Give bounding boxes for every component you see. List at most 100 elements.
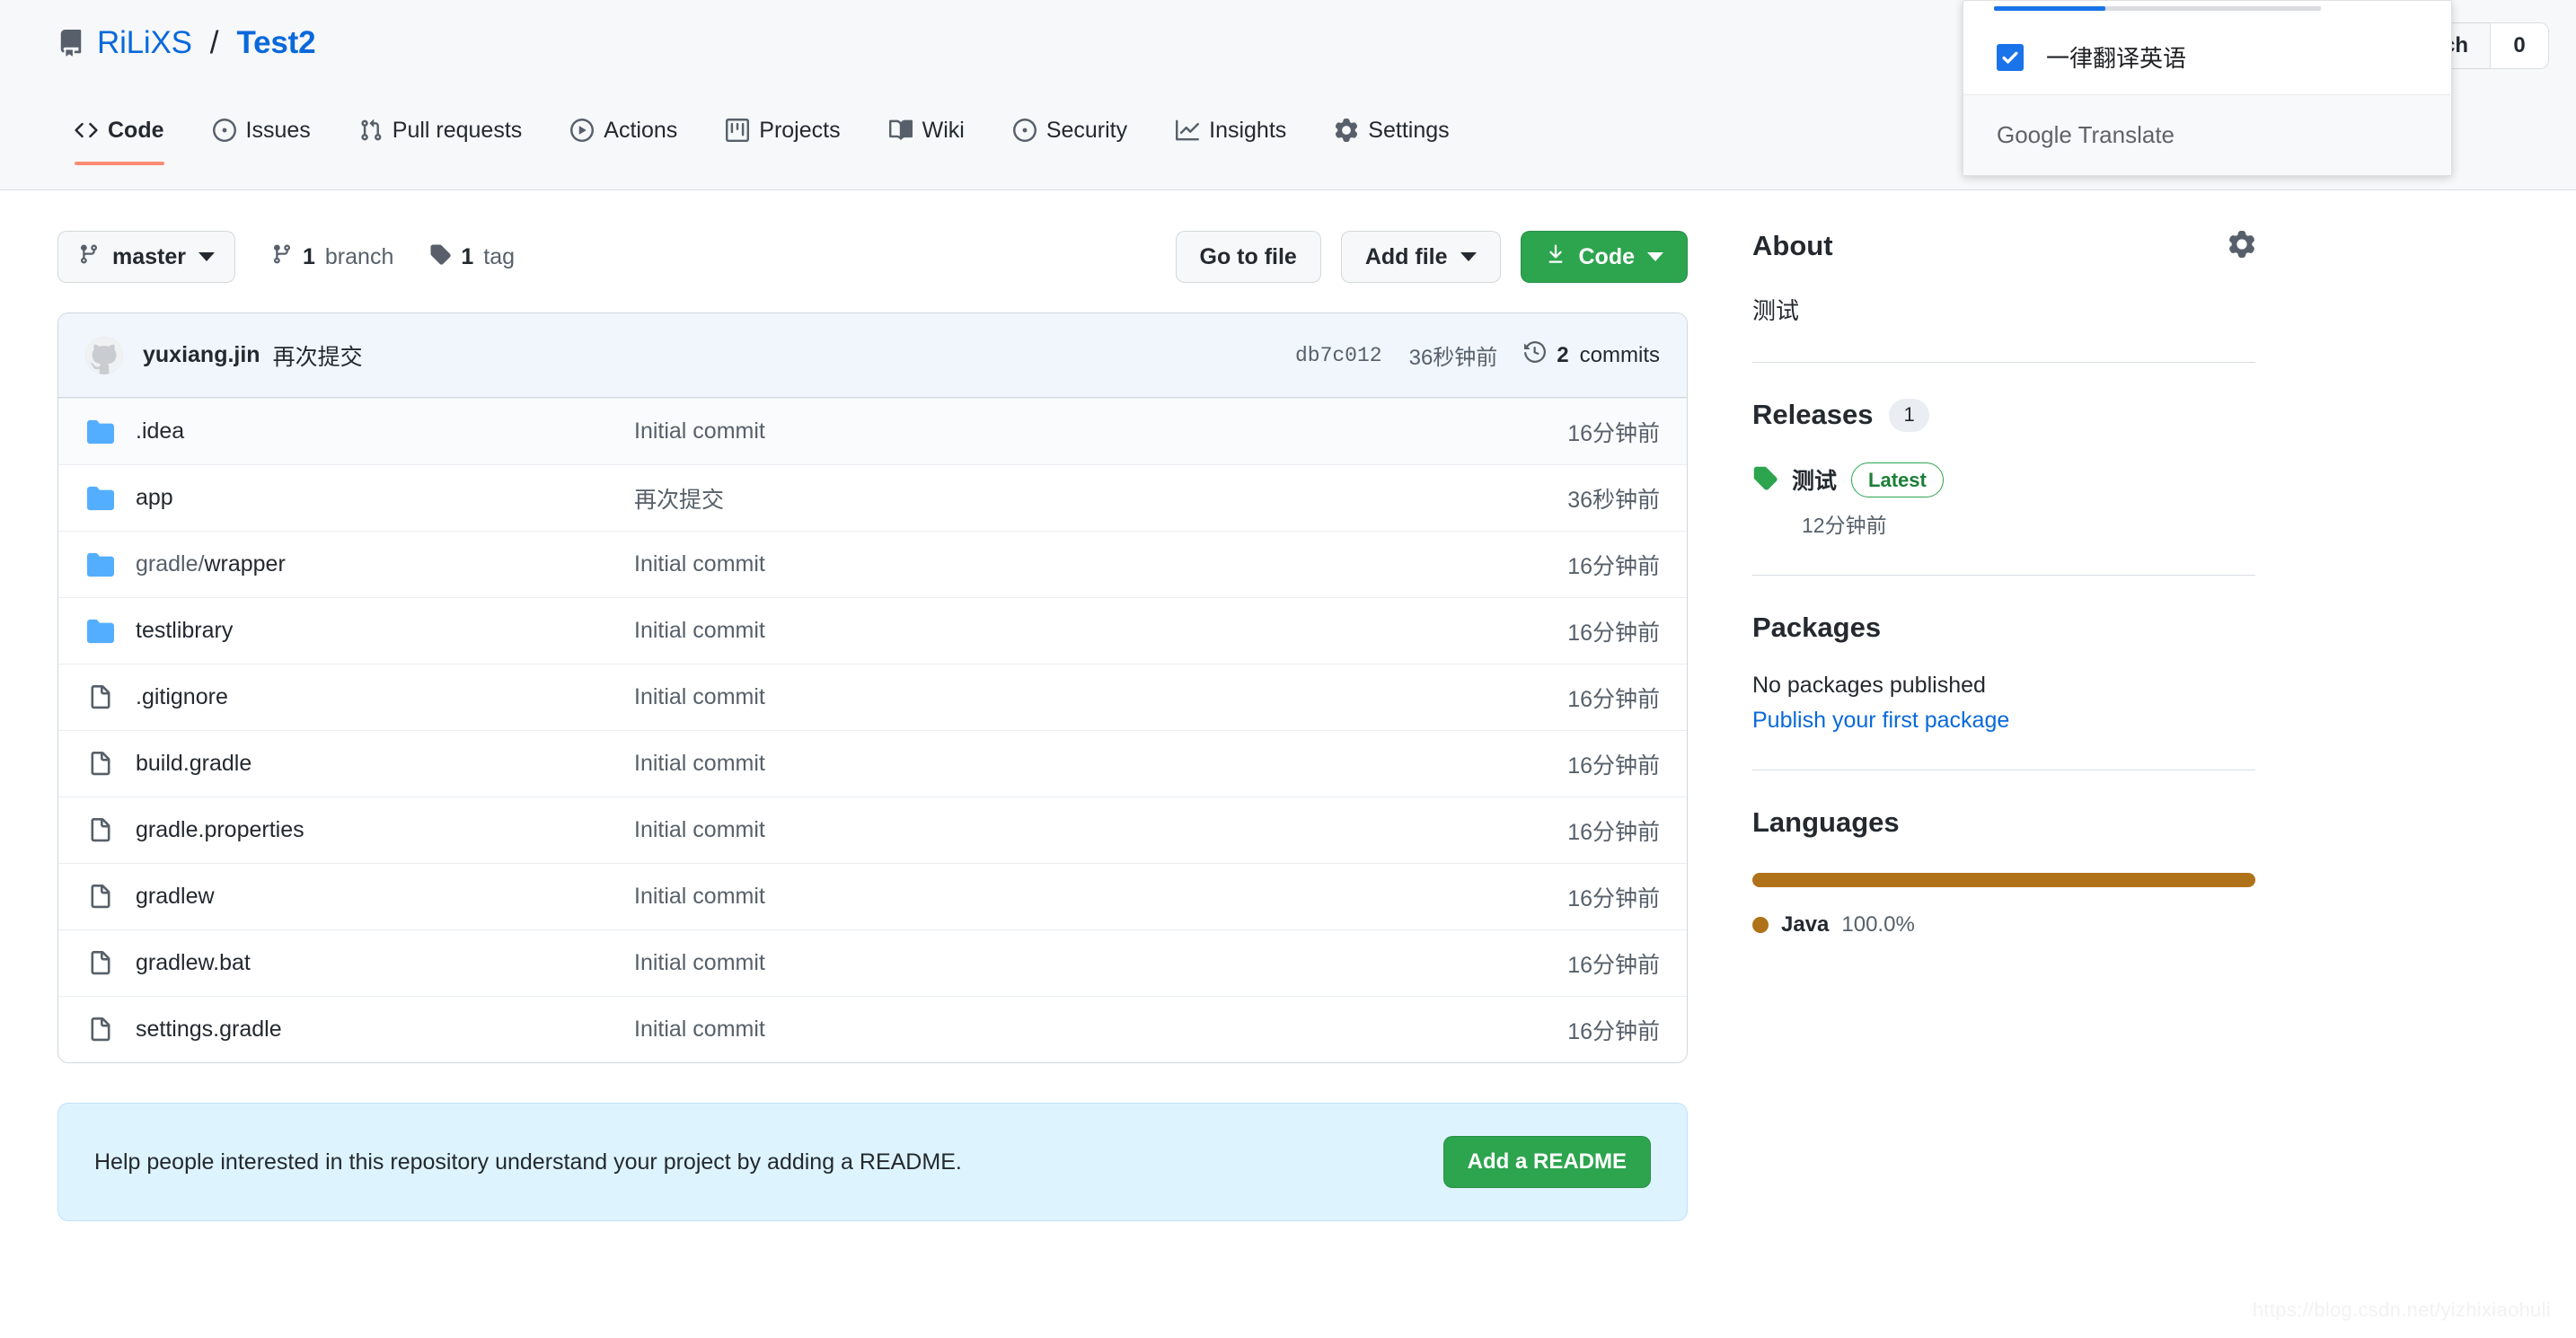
table-row[interactable]: gradlew Initial commit 16分钟前 [58, 863, 1687, 929]
file-name[interactable]: gradlew [136, 884, 634, 910]
shield-icon [1012, 119, 1037, 142]
file-name-prefix: gradle/ [136, 551, 205, 577]
file-commit-message[interactable]: Initial commit [634, 817, 1567, 843]
tab-wiki[interactable]: Wiki [865, 119, 989, 165]
table-row[interactable]: .gitignore Initial commit 16分钟前 [58, 664, 1687, 730]
file-name[interactable]: gradlew.bat [136, 950, 634, 976]
packages-section: Packages No packages published Publish y… [1752, 575, 2255, 770]
file-icon [85, 950, 116, 976]
file-name[interactable]: build.gradle [136, 751, 634, 777]
language-bar [1752, 873, 2255, 888]
go-to-file-button[interactable]: Go to file [1175, 231, 1321, 283]
tab-settings[interactable]: Settings [1310, 119, 1473, 165]
checkbox-checked-icon[interactable] [1997, 43, 2024, 71]
table-row[interactable]: testlibrary Initial commit 16分钟前 [58, 597, 1687, 664]
tab-code[interactable]: Code [50, 119, 189, 165]
code-icon [75, 119, 98, 142]
avatar [85, 336, 123, 374]
branch-name: master [112, 243, 186, 269]
file-commit-message[interactable]: Initial commit [634, 1017, 1567, 1043]
tab-label: Settings [1368, 117, 1450, 143]
publish-package-link[interactable]: Publish your first package [1752, 708, 2255, 734]
commit-sha[interactable]: db7c012 [1295, 344, 1382, 367]
releases-header: Releases 1 [1752, 399, 2255, 432]
table-row[interactable]: settings.gradle Initial commit 16分钟前 [58, 996, 1687, 1062]
file-name[interactable]: gradle/wrapper [136, 551, 634, 577]
tag-count-link[interactable]: 1 tag [429, 243, 515, 271]
file-commit-message[interactable]: Initial commit [634, 418, 1567, 445]
tab-label: Pull requests [392, 117, 523, 143]
release-name: 测试 [1792, 469, 1838, 495]
code-download-button[interactable]: Code [1520, 231, 1688, 283]
file-name[interactable]: settings.gradle [136, 1017, 634, 1043]
file-time: 16分钟前 [1567, 1018, 1660, 1044]
always-translate-row[interactable]: 一律翻译英语 [1963, 1, 2451, 74]
release-item[interactable]: 测试 Latest [1752, 462, 2255, 498]
about-section: About 测试 [1752, 230, 2255, 362]
branch-selector[interactable]: master [57, 231, 235, 283]
translate-progress-bar [1994, 6, 2321, 11]
tab-actions[interactable]: Actions [546, 119, 701, 165]
branch-count: 1 [303, 243, 315, 269]
tab-pull-requests[interactable]: Pull requests [335, 119, 547, 165]
file-time: 16分钟前 [1567, 753, 1660, 779]
file-name[interactable]: testlibrary [136, 618, 634, 644]
tab-projects[interactable]: Projects [701, 119, 864, 165]
tab-insights[interactable]: Insights [1151, 119, 1310, 165]
file-name[interactable]: gradle.properties [136, 817, 634, 843]
tab-label: Issues [245, 117, 311, 143]
tab-issues[interactable]: Issues [189, 119, 335, 165]
folder-icon [85, 485, 116, 512]
commits-count: 2 [1557, 342, 1569, 367]
tag-icon [1752, 465, 1778, 495]
file-commit-message[interactable]: 再次提交 [634, 482, 1567, 515]
file-name[interactable]: app [136, 485, 634, 511]
table-row[interactable]: gradle/wrapper Initial commit 16分钟前 [58, 531, 1687, 597]
table-row[interactable]: app 再次提交 36秒钟前 [58, 464, 1687, 531]
repo-name-link[interactable]: Test2 [237, 25, 316, 61]
file-name[interactable]: .idea [136, 418, 634, 445]
readme-banner-text: Help people interested in this repositor… [94, 1149, 962, 1175]
git-branch-icon [78, 243, 100, 271]
commit-meta: db7c012 36秒钟前 2 commits [1295, 339, 1660, 371]
branch-count-link[interactable]: 1 branch [271, 243, 393, 271]
commit-author[interactable]: yuxiang.jin [143, 342, 260, 368]
add-readme-button[interactable]: Add a README [1442, 1136, 1651, 1188]
about-header: About [1752, 230, 2255, 262]
tab-security[interactable]: Security [989, 119, 1151, 165]
commits-count-link[interactable]: 2 commits [1524, 340, 1660, 369]
brand-google: Google [1997, 121, 2072, 148]
file-time: 16分钟前 [1567, 620, 1660, 646]
file-name[interactable]: .gitignore [136, 684, 634, 710]
repo-owner-link[interactable]: RiLiXS [97, 25, 192, 61]
table-row[interactable]: build.gradle Initial commit 16分钟前 [58, 730, 1687, 797]
download-icon [1545, 243, 1566, 271]
releases-section: Releases 1 测试 Latest 12分钟前 [1752, 362, 2255, 575]
file-commit-message[interactable]: Initial commit [634, 618, 1567, 644]
file-commit-message[interactable]: Initial commit [634, 751, 1567, 777]
releases-title: Releases [1752, 399, 1874, 431]
breadcrumb: RiLiXS / Test2 [57, 25, 316, 61]
google-translate-popup: 一律翻译英语 Google Translate [1963, 0, 2452, 176]
file-commit-message[interactable]: Initial commit [634, 884, 1567, 910]
language-legend-item[interactable]: Java 100.0% [1752, 912, 2255, 937]
table-row[interactable]: .idea Initial commit 16分钟前 [58, 398, 1687, 464]
gear-icon[interactable] [2228, 230, 2255, 262]
file-commit-message[interactable]: Initial commit [634, 684, 1567, 710]
table-row[interactable]: gradlew.bat Initial commit 16分钟前 [58, 929, 1687, 996]
file-time: 16分钟前 [1567, 952, 1660, 978]
tab-label: Actions [604, 117, 678, 143]
file-commit-message[interactable]: Initial commit [634, 950, 1567, 976]
language-name: Java [1781, 912, 1830, 937]
add-file-button[interactable]: Add file [1340, 231, 1501, 283]
languages-header: Languages [1752, 806, 2255, 839]
issue-opened-icon [212, 119, 236, 142]
file-commit-message[interactable]: Initial commit [634, 551, 1567, 577]
language-bar-segment [1752, 873, 2255, 888]
file-icon [85, 1017, 116, 1043]
readme-banner: Help people interested in this repositor… [57, 1103, 1688, 1221]
watch-count[interactable]: 0 [2490, 22, 2549, 69]
table-row[interactable]: gradle.properties Initial commit 16分钟前 [58, 797, 1687, 863]
commit-message[interactable]: 再次提交 [273, 339, 363, 372]
folder-icon [85, 618, 116, 645]
